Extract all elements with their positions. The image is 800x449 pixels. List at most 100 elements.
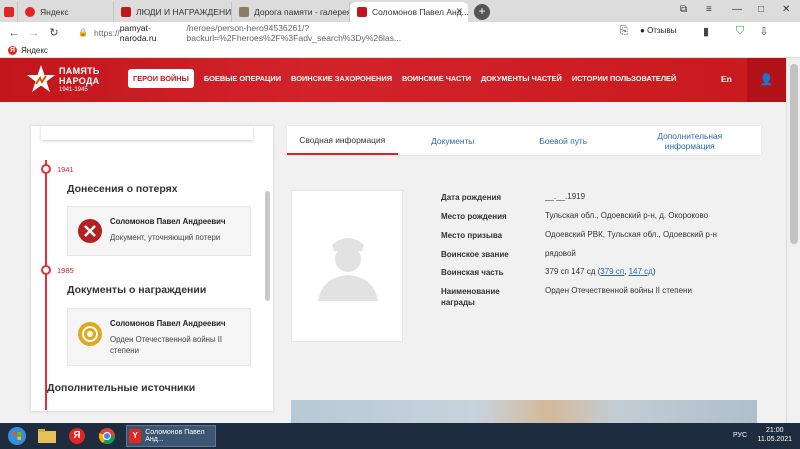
award-card[interactable]: Соломонов Павел Андреевич Орден Отечеств… xyxy=(67,308,251,366)
back-icon[interactable]: ← xyxy=(6,27,22,39)
tab-combat-path[interactable]: Боевой путь xyxy=(508,126,619,155)
timeline-year: 1941 xyxy=(57,165,74,174)
new-tab-button[interactable]: + xyxy=(474,4,490,20)
language-indicator[interactable]: РУС xyxy=(733,432,747,439)
collections-icon[interactable]: ⧉ xyxy=(680,4,687,15)
unit-prefix: 379 сп 147 сд ( xyxy=(545,267,601,276)
windows-icon xyxy=(8,427,26,445)
reviews-label: Отзывы xyxy=(647,26,677,35)
browser-tab[interactable]: ЛЮДИ И НАГРАЖДЕНИЯ xyxy=(114,2,232,22)
person-placeholder-icon xyxy=(318,238,378,301)
yandex-icon xyxy=(25,7,35,17)
info-key: Место рождения xyxy=(441,212,507,221)
user-button[interactable]: 👤 xyxy=(747,58,786,102)
browser-tab-strip: Яндекс ЛЮДИ И НАГРАЖДЕНИЯ Дорога памяти … xyxy=(0,0,800,22)
info-value: Орден Отечественной войны II степени xyxy=(545,286,692,295)
banner-image xyxy=(291,400,757,423)
card-name: Соломонов Павел Андреевич xyxy=(110,217,226,226)
nav-heroes[interactable]: ГЕРОИ ВОЙНЫ xyxy=(128,69,194,88)
panel-scrollbar[interactable] xyxy=(265,191,270,301)
star-icon xyxy=(357,7,367,17)
screen: { "browser": { "tabs": [ {"label": "Янде… xyxy=(0,0,800,449)
chrome-icon xyxy=(99,428,115,444)
bookmark-page-icon[interactable]: ⎘ xyxy=(616,25,632,38)
browser-toolbar: ← → ↻ 🔒 https://pamyat-naroda.ru/heroes/… xyxy=(0,22,800,43)
site-logo[interactable]: ПАМЯТЬ НАРОДА 1941-1945 xyxy=(26,64,106,98)
logo-line1: ПАМЯТЬ xyxy=(59,66,100,76)
yandex-taskbar-icon[interactable]: Я xyxy=(64,425,90,447)
document-card[interactable]: Соломонов Павел Андреевич Документ, уточ… xyxy=(67,206,251,256)
tab-label: Соломонов Павел Анд... xyxy=(372,7,468,17)
nav-burials[interactable]: ВОИНСКИЕ ЗАХОРОНЕНИЯ xyxy=(291,74,392,83)
nav-unit-documents[interactable]: ДОКУМЕНТЫ ЧАСТЕЙ xyxy=(481,74,562,83)
shield-icon[interactable]: ⛉ xyxy=(732,25,748,38)
bookmarks-bar: Я Яндекс xyxy=(0,43,800,58)
info-key: Место призыва xyxy=(441,231,503,240)
info-tabs: Сводная информация Документы Боевой путь… xyxy=(287,126,761,155)
timeline-dot xyxy=(41,164,51,174)
unit-link-regiment[interactable]: 379 сп xyxy=(600,267,624,276)
nav-units[interactable]: ВОИНСКИЕ ЧАСТИ xyxy=(402,74,471,83)
clock-date: 11.05.2021 xyxy=(757,436,792,443)
browser-tab[interactable]: Дорога памяти - галерея xyxy=(232,2,350,22)
url-path: /heroes/person-hero94536261/?backurl=%2F… xyxy=(186,22,402,43)
main-nav: ГЕРОИ ВОЙНЫ БОЕВЫЕ ОПЕРАЦИИ ВОИНСКИЕ ЗАХ… xyxy=(128,69,686,88)
card-desc: Документ, уточняющий потери xyxy=(110,233,221,242)
bookmark-yandex[interactable]: Яндекс xyxy=(21,46,48,55)
browser-tab[interactable]: Яндекс xyxy=(18,2,114,22)
active-window-task[interactable]: Y Соломонов Павел Анд... xyxy=(126,425,216,447)
page-scrollbar[interactable] xyxy=(786,58,800,423)
extra-sources-title: Дополнительные источники xyxy=(47,382,196,394)
tab-documents[interactable]: Документы xyxy=(398,126,509,155)
user-icon: 👤 xyxy=(759,74,774,86)
timeline-panel: 1941 Донесения о потерях Соломонов Павел… xyxy=(31,126,273,411)
unit-link-division[interactable]: 147 сд xyxy=(629,267,653,276)
tab-additional-info[interactable]: Дополнительная информация xyxy=(619,126,762,155)
info-value: Одоевский РВК, Тульская обл., Одоевский … xyxy=(545,230,717,239)
tab-label: Яндекс xyxy=(40,7,69,17)
yandex-menu-button[interactable] xyxy=(0,2,18,22)
explorer-taskbar-icon[interactable] xyxy=(34,425,60,447)
logo-line2: НАРОДА xyxy=(59,76,100,86)
tab-favicon xyxy=(239,7,249,17)
reviews-button[interactable]: ● Отзывы xyxy=(640,26,676,35)
timeline-year: 1985 xyxy=(57,266,74,275)
yandex-browser-icon: Y xyxy=(129,429,142,443)
minimize-icon[interactable]: — xyxy=(732,4,742,15)
window-close-icon[interactable]: ✕ xyxy=(782,4,790,15)
clock[interactable]: 21:00 11.05.2021 xyxy=(757,426,792,444)
download-icon[interactable]: ⇩ xyxy=(756,25,772,38)
unit-suffix: ) xyxy=(652,267,656,276)
info-value: Тульская обл., Одоевский р-н, д. Окороко… xyxy=(545,211,709,220)
close-icon[interactable]: ✕ xyxy=(455,6,463,17)
info-key: Наименование награды xyxy=(441,287,500,307)
site-header: ПАМЯТЬ НАРОДА 1941-1945 ГЕРОИ ВОЙНЫ БОЕВ… xyxy=(0,58,786,102)
task-label: Соломонов Павел Анд... xyxy=(145,429,205,443)
language-switch[interactable]: En xyxy=(721,74,732,84)
info-value: __.__.1919 xyxy=(545,192,586,201)
nav-operations[interactable]: БОЕВЫЕ ОПЕРАЦИИ xyxy=(204,74,281,83)
nav-user-stories[interactable]: ИСТОРИИ ПОЛЬЗОВАТЕЛЕЙ xyxy=(572,74,676,83)
timeline-line xyxy=(45,160,47,410)
forward-icon[interactable]: → xyxy=(26,27,42,39)
chrome-taskbar-icon[interactable] xyxy=(94,425,120,447)
card-desc: Орден Отечественной войны II степени xyxy=(110,335,223,355)
taskbar: Я Y Соломонов Павел Анд... РУС 21:00 11.05… xyxy=(0,423,800,449)
browser-tab-active[interactable]: Соломонов Павел Анд... ✕ xyxy=(350,2,468,22)
address-bar[interactable]: 🔒 https://pamyat-naroda.ru/heroes/person… xyxy=(78,22,518,43)
scrollbar-thumb[interactable] xyxy=(790,64,798,244)
reload-icon[interactable]: ↻ xyxy=(46,26,62,39)
info-value: рядовой xyxy=(545,249,576,258)
loss-icon xyxy=(78,219,102,243)
info-key: Дата рождения xyxy=(441,193,502,202)
section-title: Донесения о потерях xyxy=(67,183,178,195)
tab-summary[interactable]: Сводная информация xyxy=(287,126,398,155)
clock-time: 21:00 xyxy=(765,427,784,434)
start-button[interactable] xyxy=(4,425,30,447)
hero-photo xyxy=(291,190,403,342)
bookmark-icon[interactable]: ▮ xyxy=(698,25,714,38)
section-title: Документы о награждении xyxy=(67,284,207,296)
medal-icon xyxy=(78,322,102,346)
maximize-icon[interactable]: □ xyxy=(758,4,764,15)
menu-icon[interactable]: ≡ xyxy=(706,4,712,15)
